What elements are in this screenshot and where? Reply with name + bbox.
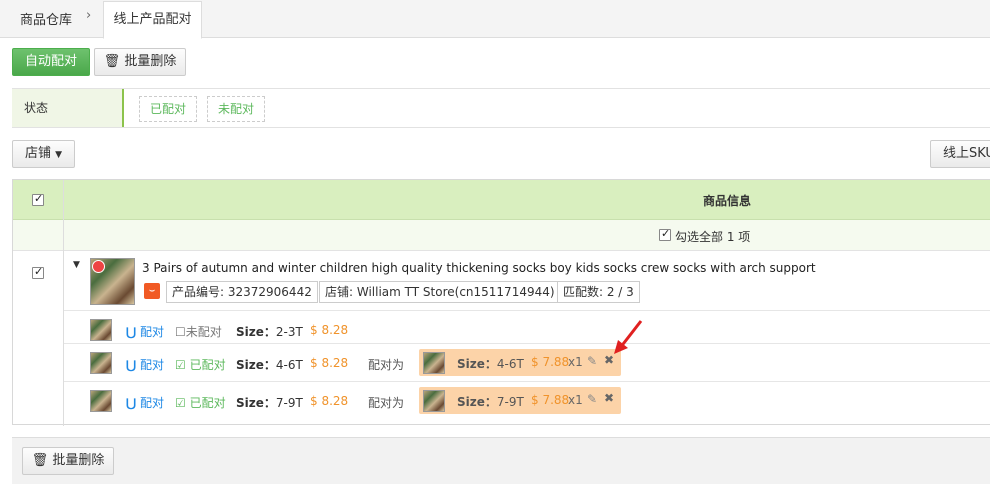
breadcrumb-warehouse[interactable]: 商品仓库	[20, 9, 72, 28]
product-row-checkbox[interactable]	[32, 265, 44, 279]
pair-button-label: 配对	[139, 358, 164, 372]
pair-button[interactable]: ⋃ 配对	[126, 323, 164, 340]
paired-product-box: Size：7-9T $ 7.88 x1 ✎ ✖	[419, 387, 621, 414]
filter-unpaired[interactable]: 未配对	[207, 96, 266, 122]
product-title[interactable]: 3 Pairs of autumn and winter children hi…	[142, 261, 816, 275]
batch-delete-button[interactable]: 🗑 批量删除	[94, 48, 186, 76]
paired-thumbnail	[423, 390, 445, 412]
trash-icon: 🗑	[31, 453, 49, 468]
variant-thumbnail	[90, 390, 112, 412]
trash-icon: 🗑	[103, 54, 121, 69]
size-label: Size：	[236, 396, 276, 410]
variant-size: Size：7-9T	[236, 394, 303, 411]
size-value: 7-9T	[496, 395, 524, 409]
filter-paired[interactable]: 已配对	[139, 96, 198, 122]
chevron-right-icon: ›	[86, 8, 92, 23]
divider	[63, 180, 64, 220]
paired-thumbnail	[423, 352, 445, 374]
variant-price: $ 8.28	[310, 323, 349, 337]
magnet-icon: ⋃	[126, 396, 137, 410]
paired-size: Size：4-6T	[457, 355, 524, 372]
square-icon: ☐	[175, 325, 186, 339]
header-checkbox[interactable]	[32, 192, 44, 206]
table-header: 商品信息	[13, 180, 990, 220]
batch-delete-label: 批量删除	[124, 54, 177, 69]
check-square-icon: ☑	[175, 358, 186, 372]
product-thumbnail[interactable]	[90, 258, 135, 305]
caret-down-icon: ▼	[55, 150, 63, 160]
size-value: 4-6T	[496, 357, 524, 371]
status-badge: ☐未配对	[175, 323, 222, 340]
variant-thumbnail	[90, 319, 112, 341]
paired-qty: x1	[568, 355, 583, 369]
store-dropdown[interactable]: 店铺 ▼	[12, 140, 75, 168]
footer-bar: 🗑 批量删除	[12, 437, 990, 484]
footer-batch-delete-button[interactable]: 🗑 批量删除	[22, 447, 114, 475]
tab-online-product-pairing[interactable]: 线上产品配对	[103, 1, 202, 39]
size-label: Size：	[457, 357, 497, 371]
size-label: Size：	[236, 358, 276, 372]
status-filter-label: 状态	[12, 89, 124, 127]
paired-product-box: Size：4-6T $ 7.88 x1 ✎ ✖	[419, 349, 621, 376]
select-all-label: 勾选全部 1 项	[675, 230, 751, 244]
variant-row: ⋃ 配对 ☑ 已配对 Size：7-9T $ 8.28 配对为 Size：7-9…	[64, 381, 990, 421]
size-value: 2-3T	[275, 325, 303, 339]
caret-down-icon[interactable]: ▼	[73, 260, 80, 270]
status-label: 未配对	[185, 325, 222, 339]
pair-button-label: 配对	[139, 325, 164, 339]
online-sku-button[interactable]: 线上SKU	[930, 140, 990, 168]
pair-count-tag: 匹配数: 2 / 3	[557, 281, 640, 303]
size-value: 7-9T	[275, 396, 303, 410]
paired-price: $ 7.88	[531, 355, 570, 369]
paired-size: Size：7-9T	[457, 393, 524, 410]
edit-icon[interactable]: ✎	[587, 354, 597, 368]
divider	[63, 220, 64, 251]
status-badge: ☑ 已配对	[175, 356, 226, 373]
magnet-icon: ⋃	[126, 358, 137, 372]
variant-row: ⋃ 配对 ☑ 已配对 Size：4-6T $ 8.28 配对为 Size：4-6…	[64, 343, 990, 381]
pair-button[interactable]: ⋃ 配对	[126, 394, 164, 411]
variant-size: Size：4-6T	[236, 356, 303, 373]
paired-as-label: 配对为	[368, 396, 405, 410]
pair-button-label: 配对	[139, 396, 164, 410]
product-number-tag: 产品编号: 32372906442	[166, 281, 318, 303]
size-label: Size：	[236, 325, 276, 339]
variant-thumbnail	[90, 352, 112, 374]
select-all-bar: 勾选全部 1 项	[13, 220, 990, 251]
edit-icon[interactable]: ✎	[587, 392, 597, 406]
variant-size: Size：2-3T	[236, 323, 303, 340]
badge-icon	[92, 260, 105, 273]
store-dropdown-label: 店铺	[24, 146, 51, 161]
size-value: 4-6T	[275, 358, 303, 372]
size-label: Size：	[457, 395, 497, 409]
check-square-icon: ☑	[175, 396, 186, 410]
select-all-checkbox[interactable]	[659, 227, 671, 241]
status-label: 已配对	[189, 396, 226, 410]
variant-price: $ 8.28	[310, 356, 349, 370]
paired-qty: x1	[568, 393, 583, 407]
status-badge: ☑ 已配对	[175, 394, 226, 411]
aliexpress-icon: ⌣	[144, 283, 160, 299]
paired-price: $ 7.88	[531, 393, 570, 407]
tab-bar: 商品仓库 › 线上产品配对	[0, 0, 990, 39]
product-table: 商品信息 勾选全部 1 项 ▼ 3 Pairs of autumn and wi…	[12, 179, 990, 426]
column-product-info: 商品信息	[703, 194, 752, 208]
variant-price: $ 8.28	[310, 394, 349, 408]
magnet-icon: ⋃	[126, 325, 137, 339]
paired-as-label: 配对为	[368, 358, 405, 372]
status-filter: 状态 已配对 未配对	[12, 88, 990, 128]
footer-batch-delete-label: 批量删除	[52, 453, 105, 468]
pair-button[interactable]: ⋃ 配对	[126, 356, 164, 373]
status-label: 已配对	[189, 358, 226, 372]
arrow-annotation-icon	[614, 320, 643, 354]
auto-pair-button[interactable]: 自动配对	[12, 48, 90, 76]
close-icon[interactable]: ✖	[604, 391, 614, 405]
store-tag: 店铺: William TT Store(cn1511714944)	[319, 281, 561, 303]
variant-row: ⋃ 配对 ☐未配对 Size：2-3T $ 8.28	[64, 310, 990, 343]
